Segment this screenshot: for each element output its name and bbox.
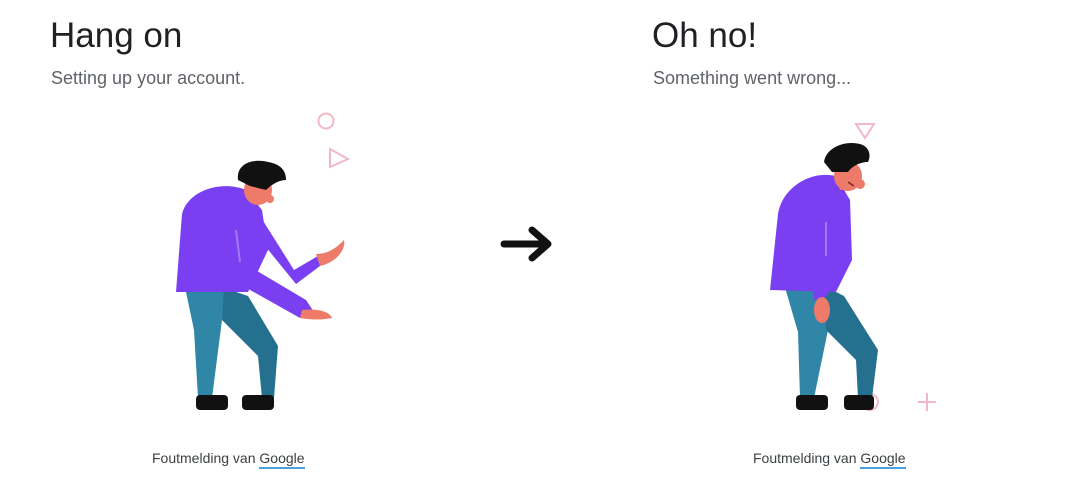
caption-prefix: Foutmelding van <box>152 450 260 466</box>
page-title: Oh no! <box>652 16 758 55</box>
error-source-caption: Foutmelding van Google <box>753 450 906 469</box>
caption-prefix: Foutmelding van <box>753 450 861 466</box>
error-panel: Oh no! Something went wrong... Foutmeldi… <box>600 0 1068 489</box>
error-source-caption: Foutmelding van Google <box>152 450 305 469</box>
google-link[interactable]: Google <box>860 450 906 469</box>
circle-shape-icon <box>317 112 335 130</box>
juggling-person-illustration <box>176 112 351 410</box>
page-subtitle: Something went wrong... <box>653 68 852 88</box>
dejected-person-illustration <box>770 123 936 411</box>
arrow-right-icon <box>500 226 552 262</box>
page-title: Hang on <box>50 16 183 55</box>
loading-panel: Hang on Setting up your account. Foutmel… <box>0 0 470 489</box>
google-link[interactable]: Google <box>259 450 305 469</box>
page-subtitle: Setting up your account. <box>51 68 246 88</box>
triangle-shape-icon <box>329 147 351 169</box>
plus-shape-icon <box>918 393 936 411</box>
triangle-shape-icon <box>854 123 876 140</box>
